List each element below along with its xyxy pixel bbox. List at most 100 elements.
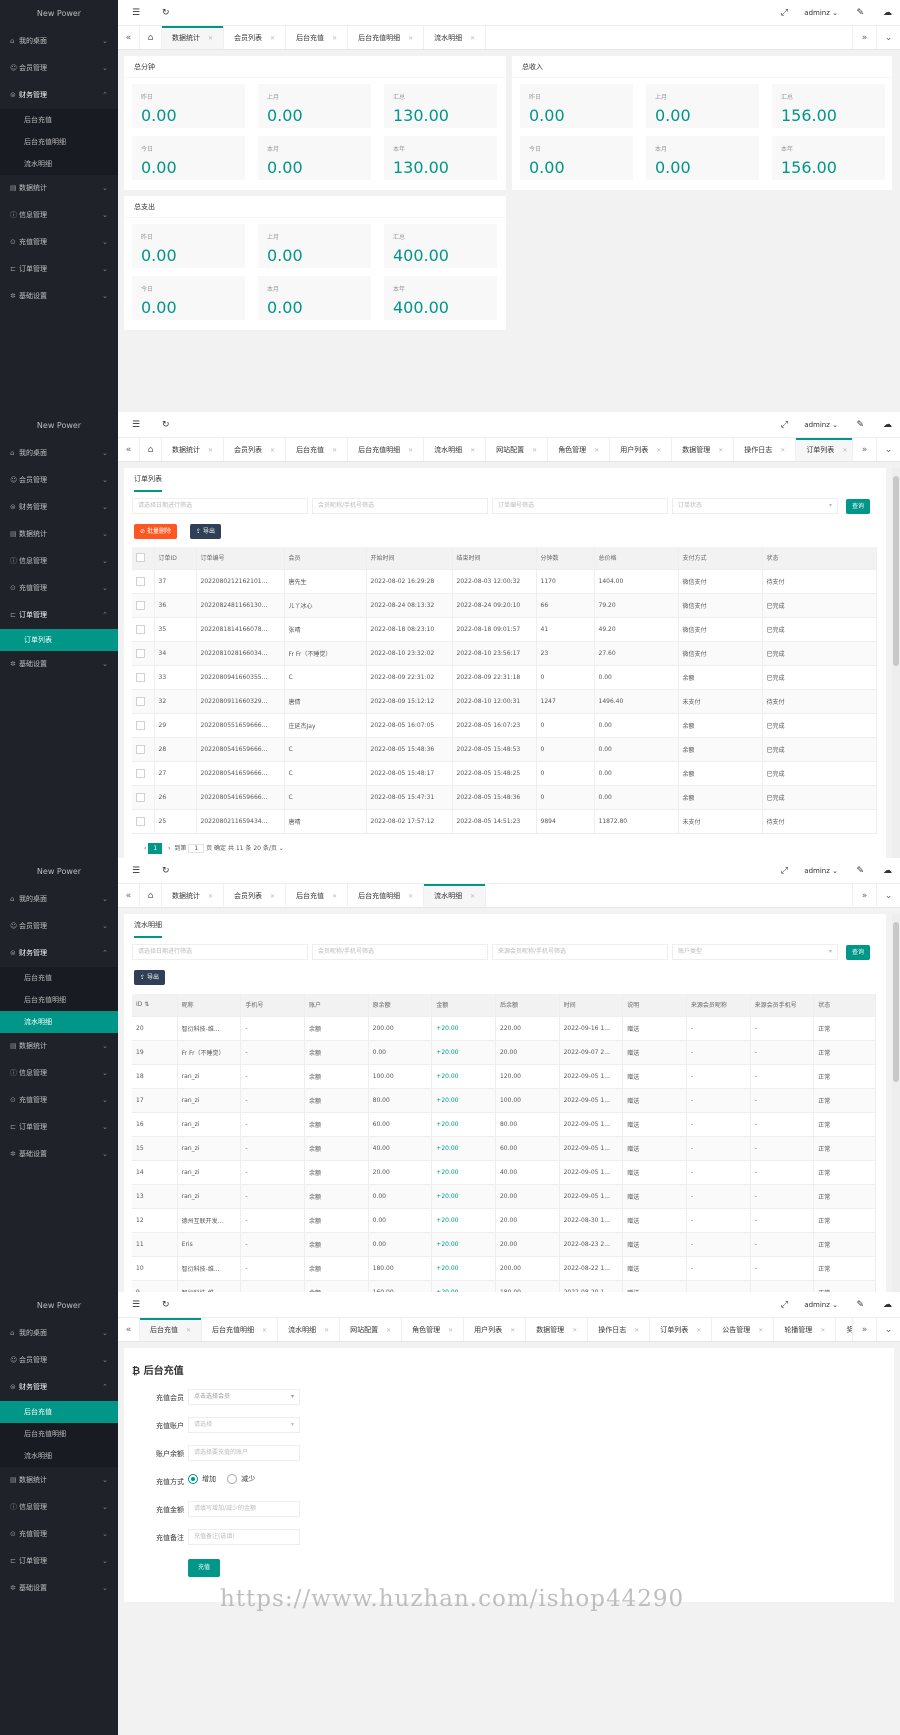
- submenu-order-list[interactable]: 订单列表: [0, 629, 118, 651]
- refresh-icon[interactable]: ↻: [162, 0, 170, 26]
- search-button[interactable]: 查询: [846, 499, 871, 514]
- tab-item[interactable]: 数据统计 ✕: [162, 438, 225, 461]
- menu-members[interactable]: ☺ 会员管理 ⌄: [0, 1347, 118, 1374]
- row-checkbox[interactable]: [132, 641, 155, 666]
- close-icon[interactable]: ✕: [594, 447, 599, 454]
- tab-order-list[interactable]: 订单列表 ✕: [796, 438, 859, 461]
- tab-item[interactable]: 流水明细 ✕: [424, 438, 487, 461]
- member-filter-input[interactable]: 会员昵称/手机号筛选: [312, 498, 488, 514]
- menu-info[interactable]: ⓘ 信息管理 ⌄: [0, 548, 118, 575]
- tab-recharge[interactable]: 后台充值 ✕: [286, 26, 349, 49]
- close-icon[interactable]: ✕: [718, 447, 723, 454]
- next-page-icon[interactable]: ›: [168, 845, 172, 852]
- menu-orders[interactable]: ⊏ 订单管理 ⌃: [0, 602, 118, 629]
- menu-fold-icon[interactable]: ☰: [132, 0, 140, 26]
- close-icon[interactable]: ✕: [208, 447, 213, 454]
- tab-stats[interactable]: 数据统计 ✕: [162, 26, 225, 49]
- recharge-submit-button[interactable]: 充值: [188, 1559, 221, 1577]
- menu-recharge[interactable]: ⊙ 充值管理 ⌄: [0, 575, 118, 602]
- user-menu[interactable]: adminz ⌄: [804, 1292, 838, 1318]
- user-menu[interactable]: adminz ⌄: [804, 858, 838, 884]
- menu-desktop[interactable]: ⌂ 我的桌面 ⌄: [0, 28, 118, 55]
- close-icon[interactable]: ✕: [780, 447, 785, 454]
- close-icon[interactable]: ✕: [270, 447, 275, 454]
- export-button[interactable]: ⇪ 导出: [190, 524, 221, 539]
- refresh-icon[interactable]: ↻: [162, 858, 170, 884]
- menu-info[interactable]: ⓘ 信息管理 ⌄: [0, 1060, 118, 1087]
- row-checkbox[interactable]: [132, 617, 155, 642]
- account-select[interactable]: 请选择 ▾: [188, 1417, 300, 1433]
- menu-orders[interactable]: ⊏ 订单管理 ⌄: [0, 1114, 118, 1141]
- row-checkbox[interactable]: [132, 689, 155, 714]
- menu-members[interactable]: ☺ 会员管理 ⌄: [0, 913, 118, 940]
- sort-id-header[interactable]: ID ⇅: [132, 994, 178, 1017]
- search-button[interactable]: 查询: [846, 945, 871, 960]
- tab-item[interactable]: 用户列表 ✕: [610, 438, 673, 461]
- menu-fold-icon[interactable]: ☰: [132, 858, 140, 884]
- tab-item[interactable]: 后台充值明细 ✕: [202, 1318, 279, 1341]
- close-icon[interactable]: ✕: [532, 447, 537, 454]
- fullscreen-icon[interactable]: ⤢: [781, 0, 788, 26]
- menu-fold-icon[interactable]: ☰: [132, 1292, 140, 1318]
- tab-item[interactable]: 操作日志 ✕: [588, 1318, 651, 1341]
- row-checkbox[interactable]: [132, 761, 155, 786]
- close-icon[interactable]: ✕: [270, 893, 275, 900]
- tab-item[interactable]: 角色管理 ✕: [548, 438, 611, 461]
- tabs-menu-icon[interactable]: ⌄: [876, 438, 900, 461]
- close-icon[interactable]: ✕: [448, 1327, 453, 1334]
- refresh-icon[interactable]: ↻: [162, 1292, 170, 1318]
- export-button[interactable]: ⇪ 导出: [134, 970, 165, 985]
- tabs-left-icon[interactable]: «: [118, 438, 140, 461]
- menu-finance[interactable]: ⊜ 财务管理 ⌃: [0, 82, 118, 109]
- page-current[interactable]: 1: [148, 843, 163, 854]
- tab-item[interactable]: 用户列表 ✕: [464, 1318, 527, 1341]
- menu-settings[interactable]: ✲ 基础设置 ⌄: [0, 1141, 118, 1168]
- tabs-menu-icon[interactable]: ⌄: [876, 26, 900, 49]
- message-icon[interactable]: ☁: [883, 0, 892, 26]
- close-icon[interactable]: ✕: [270, 35, 275, 42]
- tabs-right-icon[interactable]: »: [852, 884, 876, 907]
- close-icon[interactable]: ✕: [408, 447, 413, 454]
- menu-finance[interactable]: ⊜ 财务管理 ⌄: [0, 494, 118, 521]
- submenu-recharge[interactable]: 后台充值: [0, 1401, 118, 1423]
- close-icon[interactable]: ✕: [208, 35, 213, 42]
- menu-settings[interactable]: ✲ 基础设置 ⌄: [0, 651, 118, 678]
- remark-input[interactable]: 充值备注(选填): [188, 1529, 300, 1545]
- order-no-filter-input[interactable]: 订单编号筛选: [492, 498, 668, 514]
- close-icon[interactable]: ✕: [510, 1327, 515, 1334]
- close-icon[interactable]: ✕: [634, 1327, 639, 1334]
- close-icon[interactable]: ✕: [386, 1327, 391, 1334]
- close-icon[interactable]: ✕: [262, 1327, 267, 1334]
- fullscreen-icon[interactable]: ⤢: [781, 412, 788, 438]
- menu-desktop[interactable]: ⌂ 我的桌面 ⌄: [0, 1320, 118, 1347]
- user-menu[interactable]: adminz ⌄: [804, 412, 838, 438]
- menu-desktop[interactable]: ⌂ 我的桌面 ⌄: [0, 440, 118, 467]
- fullscreen-icon[interactable]: ⤢: [781, 858, 788, 884]
- message-icon[interactable]: ☁: [883, 858, 892, 884]
- page-confirm-button[interactable]: 确定: [214, 845, 226, 852]
- row-checkbox[interactable]: [132, 737, 155, 762]
- tab-item[interactable]: 轮播管理 ✕: [774, 1318, 837, 1341]
- row-checkbox[interactable]: [132, 785, 155, 810]
- tab-members[interactable]: 会员列表 ✕: [224, 26, 287, 49]
- submenu-recharge-detail[interactable]: 后台充值明细: [0, 131, 118, 153]
- menu-recharge[interactable]: ⊙ 充值管理 ⌄: [0, 1087, 118, 1114]
- home-tab-icon[interactable]: ⌂: [140, 26, 162, 49]
- menu-info[interactable]: ⓘ 信息管理 ⌄: [0, 202, 118, 229]
- menu-recharge[interactable]: ⊙ 充值管理 ⌄: [0, 1521, 118, 1548]
- close-icon[interactable]: ✕: [656, 447, 661, 454]
- member-filter-input[interactable]: 会员昵称/手机号筛选: [312, 944, 488, 960]
- tabs-right-icon[interactable]: »: [852, 26, 876, 49]
- tab-item[interactable]: 操作日志 ✕: [734, 438, 797, 461]
- tab-item[interactable]: 数据统计 ✕: [162, 884, 225, 907]
- tab-flow[interactable]: 流水明细 ✕: [424, 884, 487, 907]
- tab-item[interactable]: 公告管理 ✕: [712, 1318, 775, 1341]
- theme-icon[interactable]: ✎: [856, 1292, 864, 1318]
- close-icon[interactable]: ✕: [572, 1327, 577, 1334]
- fullscreen-icon[interactable]: ⤢: [781, 1292, 788, 1318]
- tabs-left-icon[interactable]: «: [118, 884, 140, 907]
- submenu-recharge[interactable]: 后台充值: [0, 109, 118, 131]
- menu-finance[interactable]: ⊜ 财务管理 ⌃: [0, 1374, 118, 1401]
- tab-item[interactable]: 网站配置 ✕: [340, 1318, 403, 1341]
- close-icon[interactable]: ✕: [842, 447, 847, 454]
